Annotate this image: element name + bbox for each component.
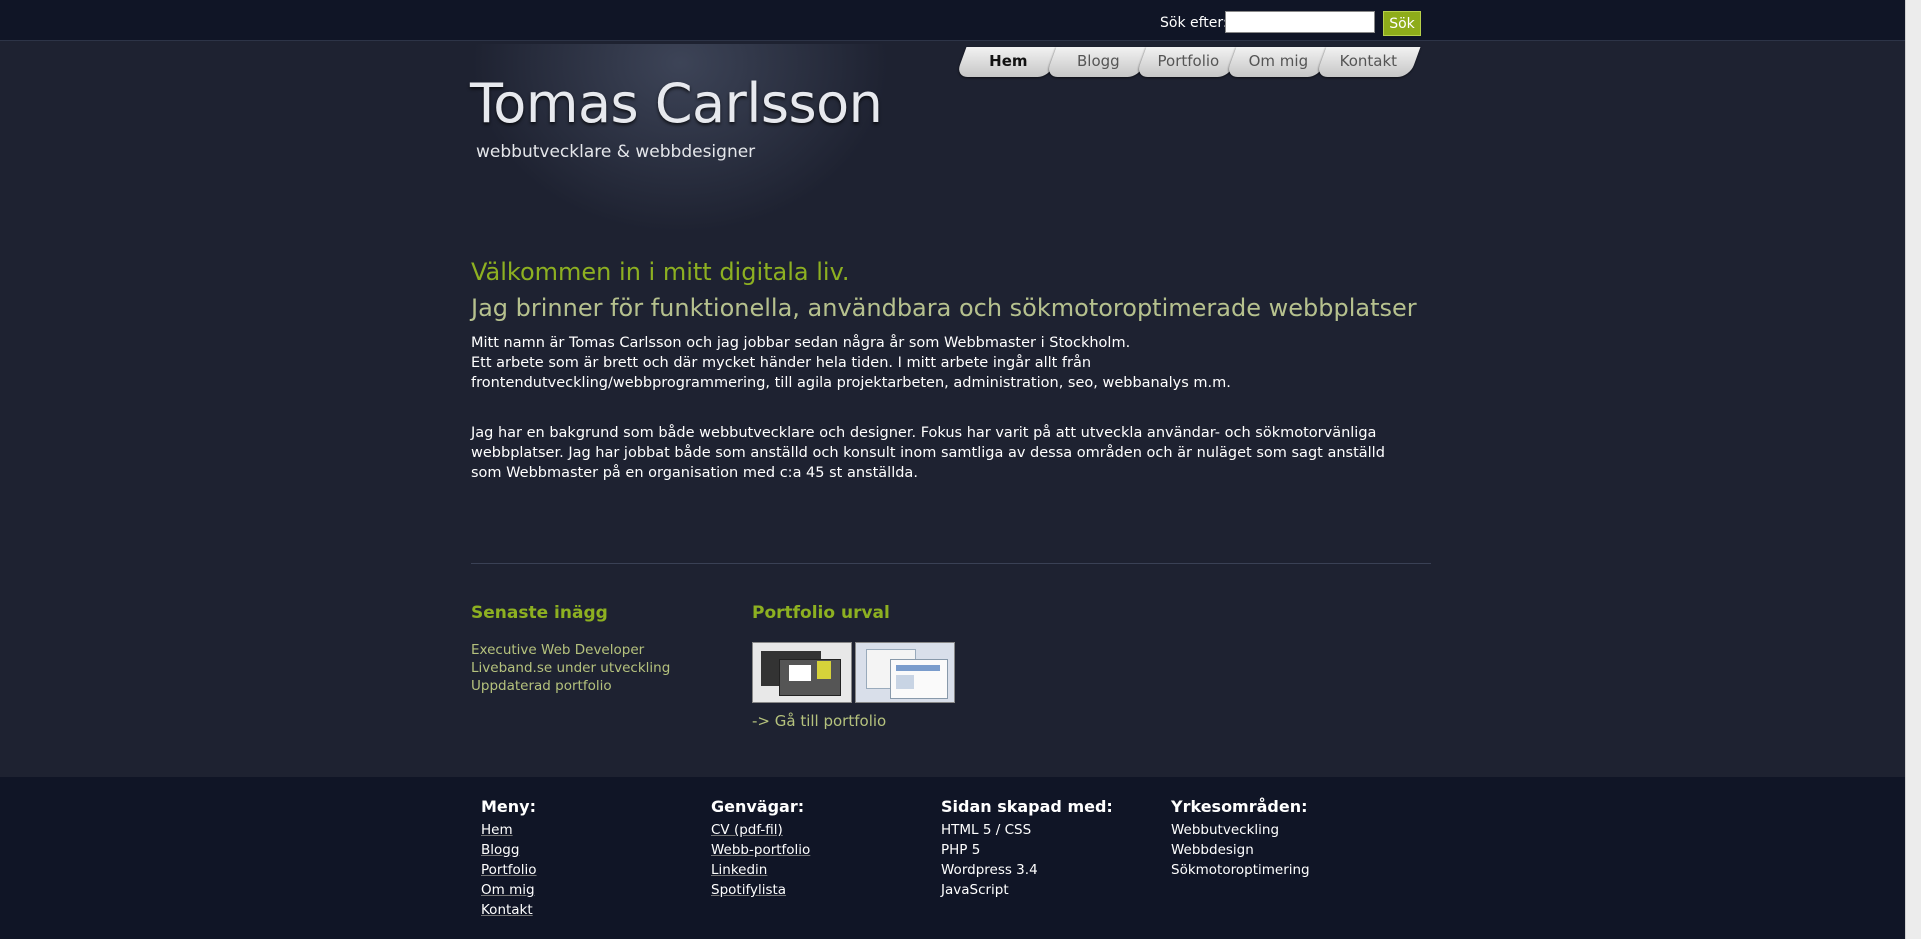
tab-hem[interactable]: Hem <box>955 47 1061 77</box>
footer-menu: Meny: Hem Blogg Portfolio Om mig Kontakt <box>481 797 537 920</box>
footer-item: Webbutveckling <box>1171 822 1280 838</box>
thumb-shape <box>896 675 914 689</box>
site-title[interactable]: Tomas Carlsson <box>470 72 883 135</box>
footer-item: HTML 5 / CSS <box>941 822 1032 838</box>
portfolio-link[interactable]: -> Gå till portfolio <box>752 712 886 730</box>
footer-item: Webbdesign <box>1171 842 1254 858</box>
tab-label: Kontakt <box>1339 52 1398 70</box>
tab-blogg[interactable]: Blogg <box>1045 47 1151 77</box>
thumb-shape <box>789 665 811 681</box>
footer-link[interactable]: Portfolio <box>481 860 537 880</box>
tab-label: Hem <box>989 52 1028 70</box>
thumb-shape <box>817 661 831 679</box>
section-divider <box>471 563 1431 564</box>
top-bar: Sök efter: Sök <box>0 0 1921 41</box>
tagline-heading: Jag brinner för funktionella, användbara… <box>471 294 1417 322</box>
scrollbar[interactable] <box>1905 0 1921 939</box>
latest-posts-heading: Senaste inägg <box>471 603 608 623</box>
search-input[interactable] <box>1225 11 1375 33</box>
tab-label: Portfolio <box>1157 52 1220 70</box>
tab-kontakt[interactable]: Kontakt <box>1315 47 1421 77</box>
footer-link[interactable]: CV (pdf-fil) <box>711 820 810 840</box>
tab-portfolio[interactable]: Portfolio <box>1135 47 1241 77</box>
intro-line-2: Ett arbete som är brett och där mycket h… <box>471 355 1231 391</box>
footer-heading: Sidan skapad med: <box>941 797 1113 816</box>
footer-areas: Yrkesområden: Webbutveckling Webbdesign … <box>1171 797 1310 880</box>
footer-item: Wordpress 3.4 <box>941 862 1038 878</box>
footer-link[interactable]: Linkedin <box>711 860 810 880</box>
post-link[interactable]: Uppdaterad portfolio <box>471 677 670 695</box>
footer-link[interactable]: Om mig <box>481 880 537 900</box>
portfolio-thumbnail[interactable] <box>855 642 955 703</box>
tab-om-mig[interactable]: Om mig <box>1225 47 1331 77</box>
portfolio-heading: Portfolio urval <box>752 603 890 623</box>
post-link[interactable]: Executive Web Developer <box>471 641 670 659</box>
footer-built-with: Sidan skapad med: HTML 5 / CSS PHP 5 Wor… <box>941 797 1113 900</box>
site-subtitle: webbutvecklare & webbdesigner <box>476 142 756 162</box>
background-paragraph: Jag har en bakgrund som både webbutveckl… <box>471 425 1385 481</box>
footer-link[interactable]: Hem <box>481 820 537 840</box>
footer-link[interactable]: Spotifylista <box>711 880 810 900</box>
footer-link[interactable]: Kontakt <box>481 900 537 920</box>
welcome-heading: Välkommen in i mitt digitala liv. <box>471 258 850 286</box>
portfolio-thumbnail[interactable] <box>752 642 852 703</box>
search-label: Sök efter: <box>1160 15 1228 31</box>
post-link[interactable]: Liveband.se under utveckling <box>471 659 670 677</box>
footer-item: JavaScript <box>941 882 1009 898</box>
footer-heading: Meny: <box>481 797 536 816</box>
latest-posts-list: Executive Web Developer Liveband.se unde… <box>471 641 670 695</box>
footer-shortcuts: Genvägar: CV (pdf-fil) Webb-portfolio Li… <box>711 797 810 900</box>
search-button[interactable]: Sök <box>1383 11 1421 36</box>
intro-line-1: Mitt namn är Tomas Carlsson och jag jobb… <box>471 335 1131 351</box>
footer-item: PHP 5 <box>941 842 981 858</box>
tab-label: Om mig <box>1248 52 1309 70</box>
footer-heading: Yrkesområden: <box>1171 797 1308 816</box>
footer-item: Sökmotoroptimering <box>1171 862 1310 878</box>
footer-link[interactable]: Blogg <box>481 840 537 860</box>
tab-label: Blogg <box>1077 52 1120 70</box>
intro-paragraph: Mitt namn är Tomas Carlsson och jag jobb… <box>471 333 1391 393</box>
footer-link[interactable]: Webb-portfolio <box>711 840 810 860</box>
footer-heading: Genvägar: <box>711 797 805 816</box>
thumb-shape <box>896 665 940 671</box>
